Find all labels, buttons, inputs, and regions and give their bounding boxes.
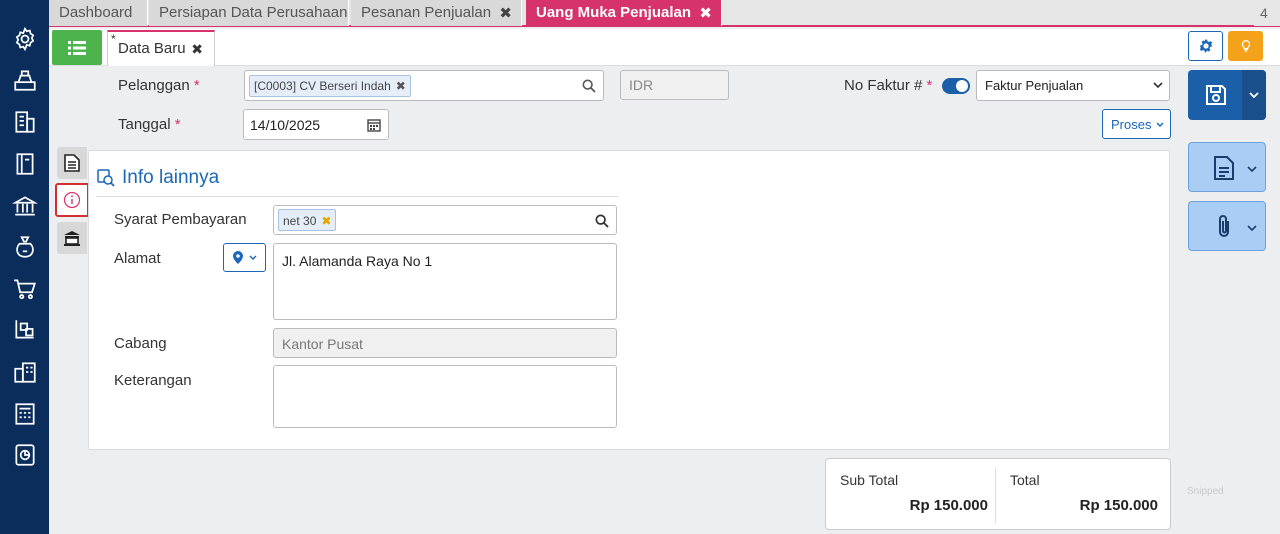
snipped-watermark: Snipped [1187, 486, 1224, 497]
info-search-icon [97, 169, 115, 187]
lightbulb-icon [1241, 40, 1250, 52]
document-icon [64, 154, 80, 172]
remove-chip-icon[interactable]: ✖ [396, 79, 406, 93]
paperclip-icon [1219, 215, 1229, 237]
bank-icon[interactable] [11, 192, 38, 219]
faktur-type-value: Faktur Penjualan [985, 78, 1084, 93]
side-tab-document[interactable] [57, 147, 87, 179]
top-tab-bar: Dashboard Persiapan Data Perusahaan Pesa… [49, 0, 1280, 27]
tanggal-value: 14/10/2025 [250, 117, 321, 133]
building-icon[interactable] [11, 108, 38, 135]
settings-gear-icon[interactable] [11, 25, 38, 52]
tanggal-label: Tanggal * [118, 116, 181, 133]
cash-register-icon[interactable] [11, 66, 38, 93]
chevron-down-icon [1249, 92, 1259, 99]
pelanggan-chip: [C0003] CV Berseri Indah ✖ [249, 75, 411, 97]
save-options-dropdown[interactable] [1242, 70, 1266, 120]
list-view-button[interactable] [52, 30, 102, 65]
map-pin-icon [232, 251, 243, 264]
proses-dropdown-button[interactable]: Proses [1102, 109, 1171, 139]
subtotal-value: Rp 150.000 [909, 497, 988, 514]
attachment-button[interactable] [1188, 201, 1266, 251]
tab-count[interactable]: 4 [1254, 0, 1280, 26]
search-icon[interactable] [581, 78, 597, 94]
document-actions-button[interactable] [1188, 142, 1266, 192]
left-navigation [0, 0, 49, 534]
keterangan-label: Keterangan [114, 372, 192, 389]
document-toolbar: * Data Baru ✖ [49, 29, 1280, 66]
calendar-icon[interactable] [367, 118, 381, 132]
save-button[interactable] [1188, 70, 1266, 120]
shopping-cart-icon[interactable] [11, 275, 38, 302]
subtotal-label: Sub Total [840, 472, 899, 488]
chevron-down-icon [1247, 225, 1257, 232]
currency-field: IDR [620, 70, 729, 100]
inventory-trolley-icon[interactable] [11, 316, 38, 343]
search-icon[interactable] [594, 213, 610, 229]
modified-indicator: * [111, 32, 116, 46]
tanggal-date-input[interactable]: 14/10/2025 [243, 109, 389, 140]
tab-label: Persiapan Data Perusahaan [159, 4, 348, 21]
info-lainnya-title: Info lainnya [96, 167, 618, 197]
money-bag-icon[interactable] [11, 233, 38, 260]
bank-icon [64, 231, 80, 246]
tab-label: Uang Muka Penjualan [536, 4, 692, 21]
document-icon [1214, 156, 1234, 180]
tab-label: Pesanan Penjualan [361, 4, 492, 21]
info-lainnya-panel: Info lainnya [88, 150, 1170, 450]
list-icon [68, 40, 86, 55]
syarat-chip: net 30 ✖ [278, 209, 337, 231]
tax-calculator-icon[interactable] [11, 400, 38, 427]
total-label: Total [1010, 472, 1040, 488]
city-building-icon[interactable] [11, 358, 38, 385]
alamat-textarea[interactable]: Jl. Alamanda Raya No 1 [273, 243, 617, 320]
report-chart-icon[interactable] [11, 441, 38, 468]
close-subtab-icon[interactable]: ✖ [191, 41, 203, 58]
floppy-disk-icon [1206, 85, 1226, 105]
tab-label: Dashboard [59, 4, 133, 21]
subtab-label: Data Baru [118, 40, 186, 57]
chevron-down-icon [1156, 122, 1164, 127]
chevron-down-icon [1247, 166, 1257, 173]
syarat-pembayaran-label: Syarat Pembayaran [114, 211, 247, 228]
subtab-data-baru[interactable]: * Data Baru ✖ [107, 30, 215, 66]
pelanggan-field[interactable]: [C0003] CV Berseri Indah ✖ [244, 70, 604, 101]
tab-pesanan-penjualan[interactable]: Pesanan Penjualan ✖ [351, 0, 522, 26]
total-value: Rp 150.000 [1079, 497, 1158, 514]
syarat-pembayaran-field[interactable]: net 30 ✖ [273, 205, 617, 235]
cabang-field: Kantor Pusat [273, 328, 617, 358]
totals-summary: Sub Total Rp 150.000 Total Rp 150.000 [825, 458, 1171, 530]
auto-number-toggle[interactable] [942, 78, 970, 94]
side-tab-info[interactable] [55, 183, 89, 217]
alamat-label: Alamat [114, 250, 161, 267]
close-tab-icon[interactable]: ✖ [699, 4, 712, 22]
book-icon[interactable] [11, 150, 38, 177]
side-tab-bank[interactable] [57, 222, 87, 254]
tab-dashboard[interactable]: Dashboard [49, 0, 148, 26]
info-icon [63, 191, 81, 209]
cabang-label: Cabang [114, 335, 167, 352]
tab-persiapan-data-perusahaan[interactable]: Persiapan Data Perusahaan [149, 0, 349, 26]
gear-icon [1199, 39, 1212, 53]
location-picker-button[interactable] [223, 243, 266, 272]
keterangan-textarea[interactable] [273, 365, 617, 428]
divider [995, 467, 996, 523]
pelanggan-label: Pelanggan * [118, 77, 200, 94]
remove-chip-icon[interactable]: ✖ [321, 214, 331, 228]
chevron-down-icon [249, 255, 256, 260]
settings-button[interactable] [1188, 31, 1223, 61]
close-tab-icon[interactable]: ✖ [499, 4, 512, 22]
tips-button[interactable] [1228, 31, 1263, 61]
tab-uang-muka-penjualan[interactable]: Uang Muka Penjualan ✖ [526, 0, 722, 26]
faktur-type-select[interactable]: Faktur Penjualan [976, 70, 1170, 101]
no-faktur-label: No Faktur # * [844, 77, 933, 94]
chevron-down-icon [1153, 82, 1163, 89]
